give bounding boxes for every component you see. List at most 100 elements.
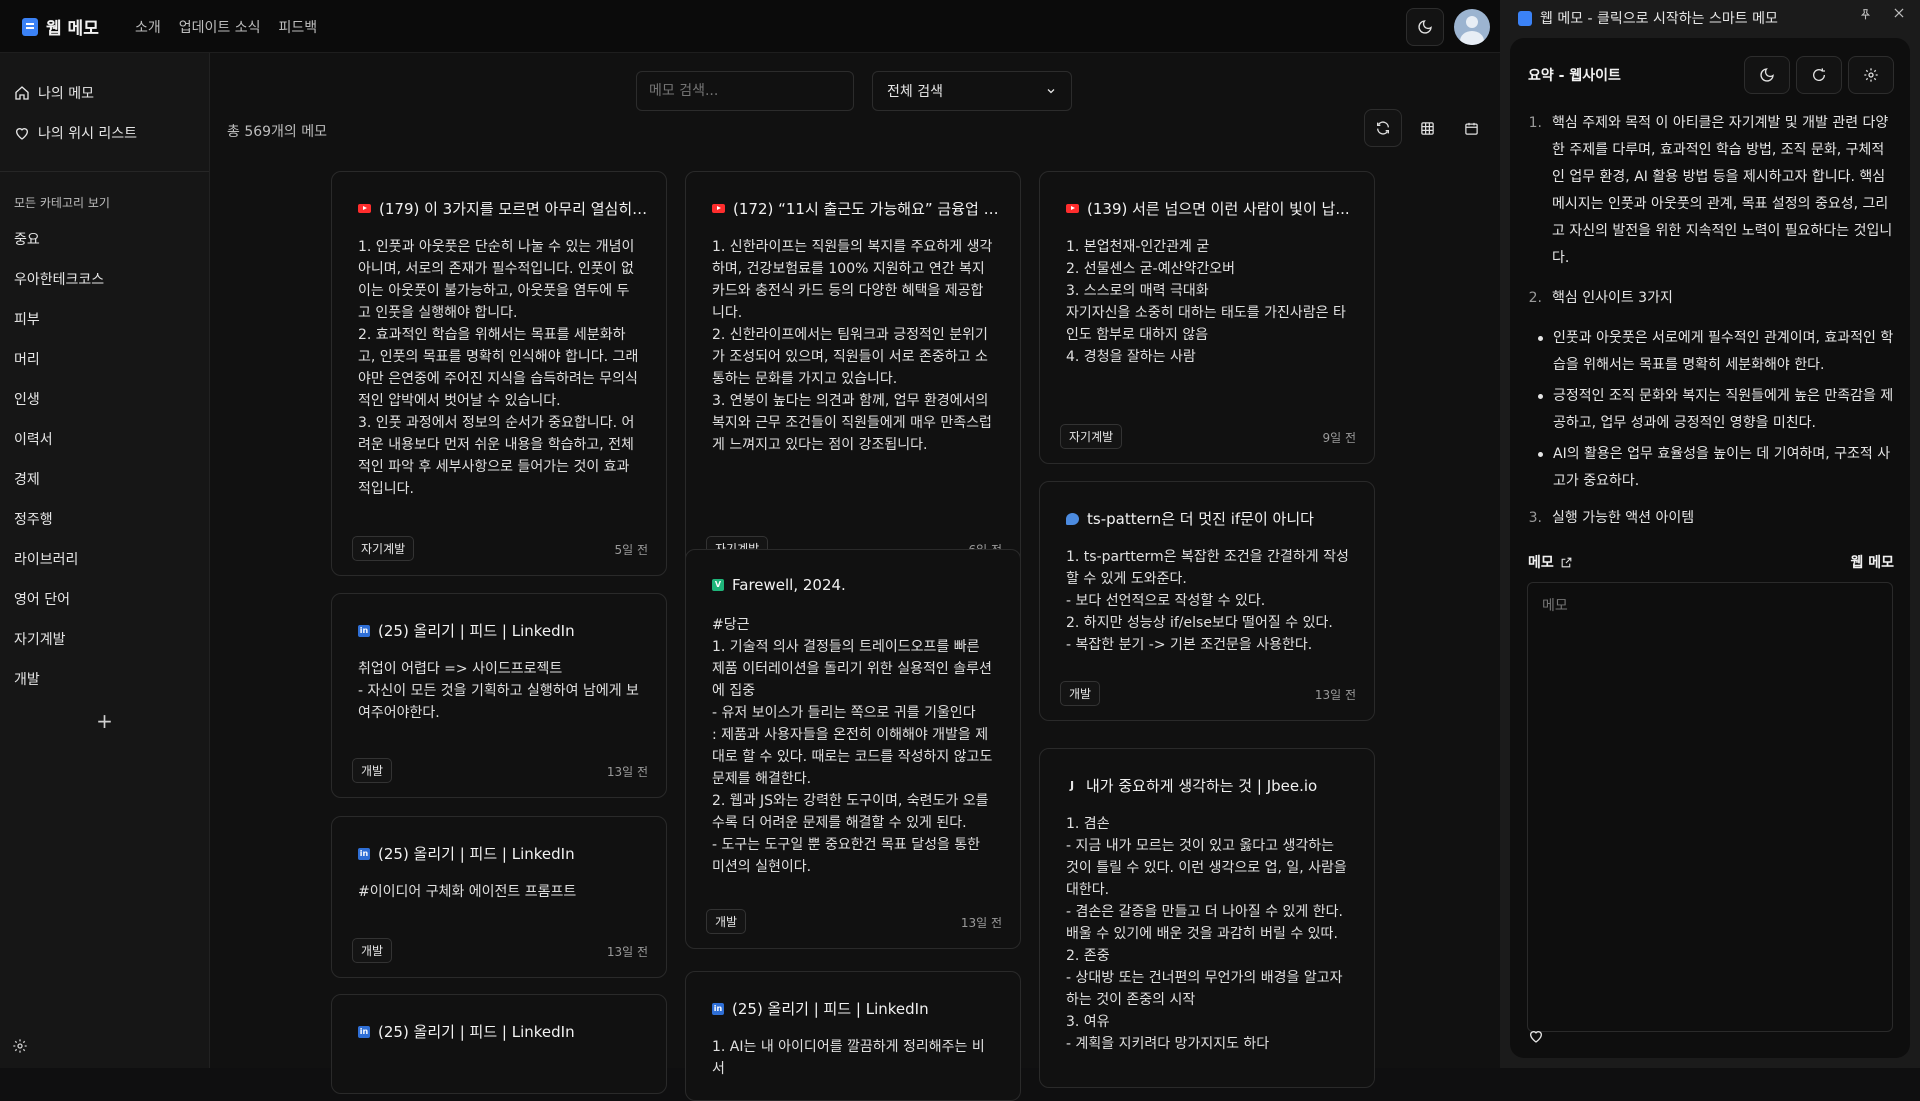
card-title-row: in (25) 올리기 | 피드 | LinkedIn <box>712 998 1002 1019</box>
nav-intro[interactable]: 소개 <box>135 17 161 37</box>
sidebar-item-wishlist[interactable]: 나의 위시 리스트 <box>14 113 195 153</box>
rotate-icon <box>1813 68 1826 81</box>
memo-card[interactable]: (172) “11시 출근도 가능해요” 금융업 7... 1. 신한라이프는 … <box>685 171 1021 576</box>
card-title-row: ts-pattern은 더 멋진 if문이 아니다 <box>1066 508 1356 529</box>
wishlist-button[interactable] <box>1528 1028 1544 1048</box>
memo-card[interactable]: (179) 이 3가지를 모르면 아무리 열심히 ... 1. 인풋과 아웃풋은… <box>331 171 667 576</box>
card-title: (25) 올리기 | 피드 | LinkedIn <box>378 622 575 640</box>
card-title: (139) 서른 넘으면 이런 사람이 빛이 납... <box>1087 200 1350 218</box>
theme-toggle-button[interactable] <box>1406 8 1444 46</box>
panel-refresh-button[interactable] <box>1796 56 1842 94</box>
category-item[interactable]: 개발 <box>0 659 209 699</box>
top-right-tools <box>1406 8 1490 46</box>
summary-item: 1. 핵심 주제와 목적 이 아티클은 자기계발 및 개발 관련 다양한 주제를… <box>1528 110 1896 272</box>
sidebar-item-my-memo[interactable]: 나의 메모 <box>14 73 195 113</box>
memo-label[interactable]: 메모 <box>1528 552 1573 572</box>
category-item[interactable]: 이력서 <box>0 419 209 459</box>
card-title: (179) 이 3가지를 모르면 아무리 열심히 ... <box>379 200 648 218</box>
summary-text: 실행 가능한 액션 아이템 <box>1552 510 1695 526</box>
card-body: 1. 인풋과 아웃풋은 단순히 나눌 수 있는 개념이 아니며, 서로의 존재가… <box>358 239 639 497</box>
card-tag[interactable]: 자기계발 <box>1060 424 1123 449</box>
app-window: 웹 메모 소개 업데이트 소식 피드백 나의 메모 나의 위시 리스트 모든 카… <box>0 0 1500 1101</box>
brand-name: 웹 메모 <box>46 19 99 39</box>
card-title-row: (172) “11시 출근도 가능해요” 금융업 7... <box>712 198 1002 219</box>
memo-logo-icon <box>22 17 38 36</box>
card-tag[interactable]: 자기계발 <box>352 536 415 561</box>
card-body: 1. ts-partterm은 복잡한 조건을 간결하게 작성할 수 있게 도와… <box>1066 549 1349 653</box>
panel-header: 웹 메모 - 클릭으로 시작하는 스마트 메모 <box>1518 7 1910 29</box>
card-body: #이이디어 구체화 에이전트 프롬프트 <box>358 884 577 900</box>
card-date: 13일 전 <box>606 765 648 779</box>
search-scope-select[interactable]: 전체 검색 <box>872 71 1072 111</box>
category-item[interactable]: 라이브러리 <box>0 539 209 579</box>
sidebar: 나의 메모 나의 위시 리스트 모든 카테고리 보기 중요 우아한테크코스 피부… <box>0 53 210 1068</box>
card-title-row: in (25) 올리기 | 피드 | LinkedIn <box>358 620 648 641</box>
chevron-down-icon <box>1047 89 1055 94</box>
card-tag[interactable]: 개발 <box>352 938 393 963</box>
memo-card[interactable]: (139) 서른 넘으면 이런 사람이 빛이 납... 1. 본업천재-인간관계… <box>1039 171 1375 464</box>
nav-feedback[interactable]: 피드백 <box>279 17 318 37</box>
panel-content: 요약 - 웹사이트 1. 핵심 주제와 목적 이 아티클은 자기계발 및 개발 … <box>1510 38 1910 1058</box>
grid-view-button[interactable] <box>1408 109 1446 147</box>
pin-icon <box>1860 9 1871 20</box>
memo-card[interactable]: in (25) 올리기 | 피드 | LinkedIn <box>331 994 667 1094</box>
avatar[interactable] <box>1454 9 1490 45</box>
panel-theme-button[interactable] <box>1744 56 1790 94</box>
refresh-icon <box>1377 121 1389 135</box>
category-item[interactable]: 자기계발 <box>0 619 209 659</box>
heart-icon <box>15 128 29 140</box>
memo-card[interactable]: ts-pattern은 더 멋진 if문이 아니다 1. ts-partterm… <box>1039 481 1375 721</box>
panel-settings-button[interactable] <box>1848 56 1894 94</box>
memo-card[interactable]: in (25) 올리기 | 피드 | LinkedIn 1. AI는 내 아이디어… <box>685 971 1021 1101</box>
sidebar-divider <box>0 171 209 172</box>
memo-label-text: 메모 <box>1528 555 1554 571</box>
top-nav: 소개 업데이트 소식 피드백 <box>135 17 317 37</box>
memo-textarea[interactable] <box>1527 582 1893 1032</box>
category-item[interactable]: 중요 <box>0 219 209 259</box>
search-input[interactable] <box>636 71 854 111</box>
add-category-button[interactable]: + <box>0 709 209 733</box>
bullet-text: 인풋과 아웃풋은 서로에게 필수적인 관계이며, 효과적인 학습을 위해서는 목… <box>1553 330 1894 373</box>
linkedin-icon: in <box>358 1025 370 1038</box>
summary-bullet: 인풋과 아웃풋은 서로에게 필수적인 관계이며, 효과적인 학습을 위해서는 목… <box>1528 325 1896 379</box>
summary-title: 요약 - 웹사이트 <box>1528 68 1621 84</box>
linkedin-icon: in <box>358 624 370 637</box>
summary-number: 3. <box>1528 510 1542 526</box>
close-button[interactable] <box>1892 6 1906 24</box>
card-tag[interactable]: 개발 <box>352 758 393 783</box>
brand[interactable]: 웹 메모 <box>22 14 99 39</box>
summary-item: 3. 실행 가능한 액션 아이템 <box>1528 505 1896 532</box>
grid-icon <box>1420 121 1434 135</box>
memo-card[interactable]: V Farewell, 2024. #당근 1. 기술적 의사 결정들의 트레이드… <box>685 549 1021 949</box>
card-tag[interactable]: 개발 <box>706 909 747 934</box>
category-item[interactable]: 피부 <box>0 299 209 339</box>
category-item[interactable]: 영어 단어 <box>0 579 209 619</box>
category-item[interactable]: 우아한테크코스 <box>0 259 209 299</box>
nav-updates[interactable]: 업데이트 소식 <box>179 17 261 37</box>
category-item[interactable]: 인생 <box>0 379 209 419</box>
card-body: #당근 1. 기술적 의사 결정들의 트레이드오프를 빠른 제품 이터레이션을 … <box>712 617 993 875</box>
memo-logo-icon <box>1518 10 1532 26</box>
bullet-text: 긍정적인 조직 문화와 복지는 직원들에게 높은 만족감을 제공하고, 업무 성… <box>1553 388 1894 431</box>
category-heading[interactable]: 모든 카테고리 보기 <box>14 194 195 211</box>
settings-button[interactable] <box>12 1038 28 1058</box>
panel-tools <box>1744 56 1894 94</box>
external-link-icon <box>1561 557 1572 567</box>
linkedin-icon: in <box>358 847 370 860</box>
search-scope-value: 전체 검색 <box>887 84 943 100</box>
category-item[interactable]: 머리 <box>0 339 209 379</box>
v-icon: V <box>712 579 724 591</box>
youtube-icon <box>1066 204 1079 213</box>
pin-button[interactable] <box>1859 8 1872 25</box>
refresh-button[interactable] <box>1364 109 1402 147</box>
calendar-view-button[interactable] <box>1452 109 1490 147</box>
category-item[interactable]: 경제 <box>0 459 209 499</box>
summary-bullet: 긍정적인 조직 문화와 복지는 직원들에게 높은 만족감을 제공하고, 업무 성… <box>1528 383 1896 437</box>
memo-card[interactable]: in (25) 올리기 | 피드 | LinkedIn #이이디어 구체화 에이전… <box>331 816 667 978</box>
card-title-row: J 내가 중요하게 생각하는 것 | Jbee.io <box>1066 775 1356 796</box>
card-title-row: (179) 이 3가지를 모르면 아무리 열심히 ... <box>358 198 648 219</box>
category-item[interactable]: 정주행 <box>0 499 209 539</box>
card-tag[interactable]: 개발 <box>1060 681 1101 706</box>
memo-card[interactable]: J 내가 중요하게 생각하는 것 | Jbee.io 1. 겸손 - 지금 내가 … <box>1039 748 1375 1088</box>
memo-card[interactable]: in (25) 올리기 | 피드 | LinkedIn 취업이 어렵다 => 사이… <box>331 593 667 798</box>
